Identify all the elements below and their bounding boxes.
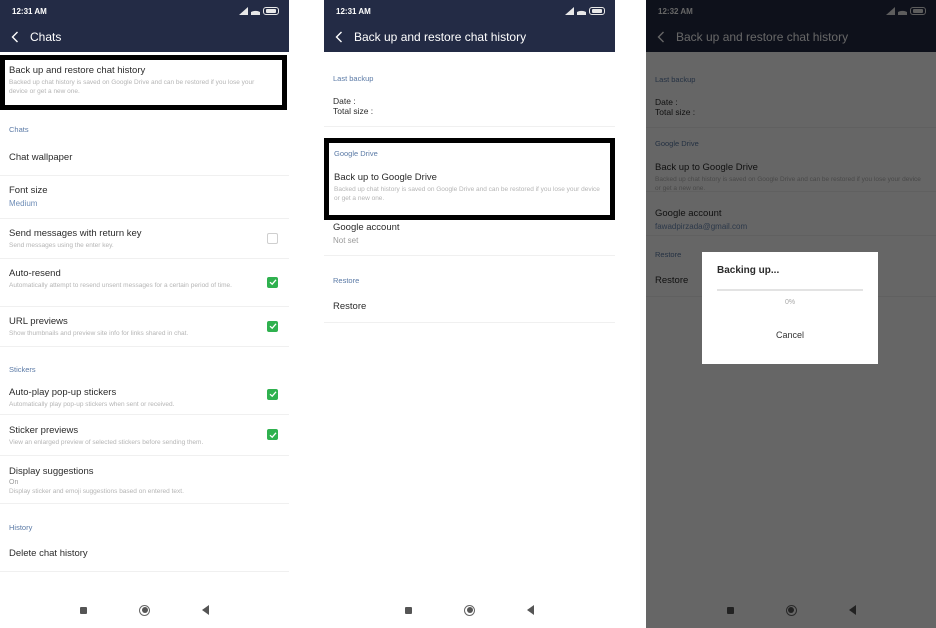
backup-restore-subtitle: Backed up chat history is saved on Googl… [9, 79, 255, 95]
display-suggestions-row[interactable]: Display suggestions On Display sticker a… [0, 456, 289, 504]
backup-to-drive-title: Back up to Google Drive [334, 172, 437, 183]
status-time: 12:31 AM [336, 6, 371, 16]
status-bar: 12:31 AM [324, 0, 615, 22]
url-previews-checkbox[interactable] [267, 320, 278, 332]
battery-icon [589, 7, 605, 15]
signal-icon [238, 7, 248, 15]
total-size-label: Total size : [333, 106, 374, 116]
autoplay-stickers-checkbox[interactable] [267, 388, 278, 400]
autoplay-stickers-title: Auto-play pop-up stickers [9, 387, 117, 398]
section-header-restore: Restore [333, 276, 360, 285]
backup-restore-title: Back up and restore chat history [9, 65, 146, 76]
display-suggestions-title: Display suggestions [9, 466, 94, 477]
progress-percent-label: 0% [784, 299, 796, 306]
back-button[interactable] [332, 30, 346, 44]
backup-to-drive-subtitle: Backed up chat history is saved on Googl… [334, 186, 600, 202]
checkmark-icon [269, 279, 276, 286]
autoplay-stickers-subtitle: Automatically play pop-up stickers when … [9, 401, 175, 408]
autoplay-stickers-row[interactable]: Auto-play pop-up stickers Automatically … [0, 375, 289, 415]
restore-row[interactable]: Restore [324, 291, 615, 323]
url-previews-row[interactable]: URL previews Show thumbnails and preview… [0, 307, 289, 347]
sticker-previews-row[interactable]: Sticker previews View an enlarged previe… [0, 415, 289, 456]
page-title: Back up and restore chat history [354, 30, 527, 44]
restore-title: Restore [333, 301, 367, 312]
backing-up-screen: 12:32 AM Back up and restore chat histor… [646, 0, 936, 628]
sticker-previews-title: Sticker previews [9, 425, 79, 436]
backup-progress-bar [717, 289, 863, 291]
section-header-chats: Chats [9, 125, 29, 134]
send-return-title: Send messages with return key [9, 228, 142, 239]
backup-restore-row-highlight[interactable]: Back up and restore chat history Backed … [0, 55, 287, 110]
sticker-previews-subtitle: View an enlarged preview of selected sti… [9, 439, 204, 446]
nav-bar [0, 592, 289, 628]
dialog-title: Backing up... [717, 265, 780, 276]
home-button[interactable] [464, 604, 475, 616]
section-header-google-drive: Google Drive [334, 149, 378, 158]
chevron-left-icon [11, 31, 18, 43]
chat-wallpaper-row[interactable]: Chat wallpaper [0, 140, 289, 176]
google-account-value: Not set [333, 236, 359, 245]
display-suggestions-subtitle: Display sticker and emoji suggestions ba… [9, 488, 184, 495]
nav-back-button[interactable] [527, 605, 534, 615]
signal-icon [564, 7, 574, 15]
checkmark-icon [269, 391, 276, 398]
chats-settings-screen: 12:31 AM Chats Back up and restore chat … [0, 0, 289, 628]
url-previews-title: URL previews [9, 316, 68, 327]
checkmark-icon [269, 431, 276, 438]
backing-up-dialog: Backing up... 0% Cancel [702, 252, 878, 364]
url-previews-subtitle: Show thumbnails and preview site info fo… [9, 330, 189, 337]
back-button[interactable] [8, 30, 22, 44]
delete-history-row[interactable]: Delete chat history [0, 536, 289, 572]
chevron-left-icon [335, 31, 342, 43]
nav-back-button[interactable] [202, 605, 209, 615]
auto-resend-subtitle: Automatically attempt to resend unsent m… [9, 282, 232, 289]
auto-resend-checkbox[interactable] [267, 276, 278, 288]
backup-to-drive-highlight[interactable]: Google Drive Back up to Google Drive Bac… [324, 138, 615, 220]
delete-history-title: Delete chat history [9, 548, 88, 559]
app-bar: Back up and restore chat history [324, 22, 615, 52]
checkmark-icon [269, 323, 276, 330]
section-header-last-backup: Last backup [333, 74, 374, 83]
page-title: Chats [30, 30, 62, 44]
send-return-subtitle: Send messages using the enter key. [9, 242, 114, 249]
section-header-stickers: Stickers [9, 365, 36, 374]
status-time: 12:31 AM [12, 6, 47, 16]
wifi-icon [251, 7, 260, 15]
backup-restore-screen: 12:31 AM Back up and restore chat histor… [324, 0, 615, 628]
recents-button[interactable] [80, 606, 87, 614]
home-button[interactable] [139, 604, 150, 616]
font-size-value: Medium [9, 199, 38, 208]
section-header-history: History [9, 523, 33, 532]
status-bar: 12:31 AM [0, 0, 289, 22]
display-suggestions-value: On [9, 479, 19, 486]
font-size-title: Font size [9, 185, 48, 196]
auto-resend-row[interactable]: Auto-resend Automatically attempt to res… [0, 259, 289, 307]
recents-button[interactable] [405, 606, 412, 614]
battery-icon [263, 7, 279, 15]
auto-resend-title: Auto-resend [9, 268, 61, 279]
chat-wallpaper-title: Chat wallpaper [9, 152, 73, 163]
wifi-icon [577, 7, 586, 15]
cancel-button[interactable]: Cancel [717, 330, 863, 340]
app-bar: Chats [0, 22, 289, 52]
font-size-row[interactable]: Font size Medium [0, 176, 289, 219]
last-backup-info: Date : Total size : [324, 83, 615, 127]
send-return-checkbox[interactable] [267, 232, 278, 244]
google-account-row[interactable]: Google account Not set [324, 220, 615, 256]
send-return-row[interactable]: Send messages with return key Send messa… [0, 219, 289, 259]
nav-bar [324, 592, 615, 628]
google-account-title: Google account [333, 222, 400, 233]
sticker-previews-checkbox[interactable] [267, 429, 278, 440]
date-label: Date : [333, 96, 356, 106]
